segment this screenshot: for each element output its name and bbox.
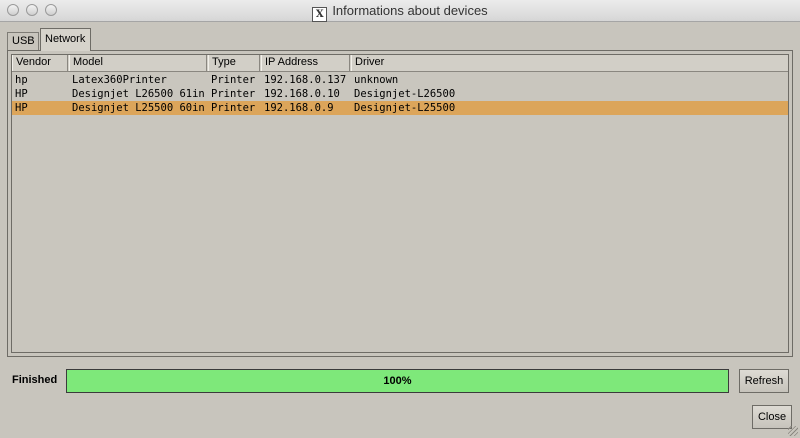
status-label: Finished [12,374,58,386]
x11-icon: X [312,7,328,22]
table-row[interactable]: hp Latex360Printer Printer 192.168.0.137… [12,73,788,87]
table-header: Vendor Model Type IP Address Driver [12,55,788,72]
refresh-button[interactable]: Refresh [739,369,789,393]
window-title: Informations about devices [332,3,488,18]
cell-ip-address: 192.168.0.9 [264,102,334,114]
title-bar: X Informations about devices [0,0,800,22]
cell-model: Designjet L26500 61in [72,88,205,100]
cell-driver: Designjet-L26500 [354,88,456,100]
tab-usb[interactable]: USB [7,32,39,50]
cell-type: Printer [211,88,256,100]
cell-vendor: HP [15,88,28,100]
tab-network[interactable]: Network [40,28,91,51]
table-row-selected[interactable]: HP Designjet L25500 60in Printer 192.168… [12,101,788,115]
column-header-driver[interactable]: Driver [351,55,781,71]
progress-text: 100% [383,375,412,387]
table-row[interactable]: HP Designjet L26500 61in Printer 192.168… [12,87,788,101]
cell-model: Latex360Printer [72,74,167,86]
column-header-model[interactable]: Model [69,55,207,71]
cell-model: Designjet L25500 60in [72,102,205,114]
cell-driver: unknown [354,74,399,86]
cell-type: Printer [211,102,256,114]
progress-bar: 100% [66,369,729,393]
cell-ip-address: 192.168.0.10 [264,88,340,100]
column-header-type[interactable]: Type [208,55,260,71]
tab-panel: Vendor Model Type IP Address Driver hp L… [7,50,793,357]
cell-type: Printer [211,74,256,86]
device-table: Vendor Model Type IP Address Driver hp L… [11,54,789,353]
cell-ip-address: 192.168.0.137 [264,74,347,86]
cell-vendor: hp [15,74,28,86]
cell-vendor: HP [15,102,28,114]
column-header-ip-address[interactable]: IP Address [261,55,350,71]
close-button[interactable]: Close [752,405,792,429]
cell-driver: Designjet-L25500 [354,102,456,114]
resize-grip-icon[interactable] [788,426,798,436]
column-header-vendor[interactable]: Vendor [12,55,68,71]
